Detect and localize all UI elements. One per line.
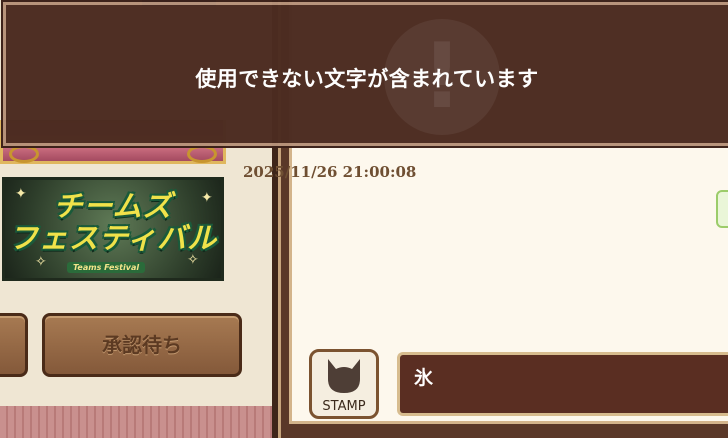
stamp-button[interactable]: STAMP (309, 349, 379, 419)
festival-subtitle: Teams Festival (67, 262, 146, 273)
message-timestamp: 2025/11/26 21:00:08 (243, 163, 417, 181)
sparkle-icon: ✧ (35, 254, 47, 270)
toast-message: 使用できない文字が含まれています (195, 67, 539, 91)
pending-approval-label: 承認待ち (102, 333, 182, 357)
left-bottom-strip (0, 406, 272, 438)
pending-approval-button[interactable]: 承認待ち (42, 313, 242, 377)
stamp-label: STAMP (322, 399, 366, 414)
festival-title: チームズ フェスティバル (8, 189, 218, 255)
left-partial-button[interactable] (0, 313, 28, 377)
error-toast: ! 使用できない文字が含まれています (3, 2, 728, 146)
cat-icon (328, 359, 360, 393)
teams-festival-banner[interactable]: ✦ ✦ ✧ ✧ チームズ フェスティバル Teams Festival (2, 177, 224, 281)
chat-message-input[interactable]: 氷 (397, 352, 728, 416)
ornament-icon (9, 145, 39, 163)
chat-bubble (716, 190, 728, 228)
ornament-icon (187, 145, 217, 163)
